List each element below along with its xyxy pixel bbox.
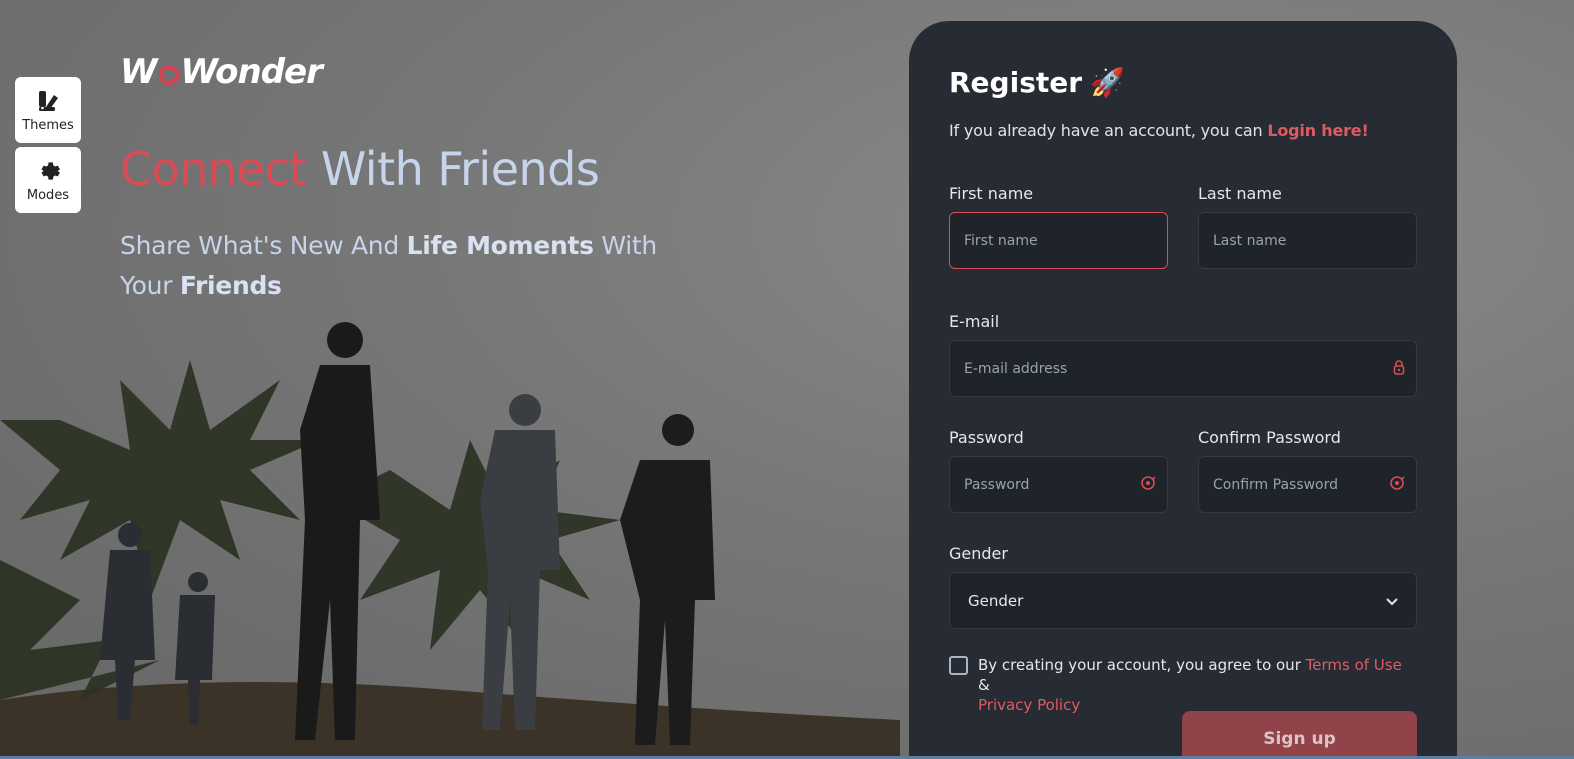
hero-title-rest: With Friends	[320, 142, 600, 196]
modes-label: Modes	[26, 187, 70, 203]
hero-subtitle: Share What's New And Life Moments With Y…	[120, 226, 680, 306]
hero-title: Connect With Friends	[120, 142, 600, 196]
first-name-label: First name	[949, 184, 1034, 203]
terms-amp: &	[978, 676, 990, 694]
hero-sub-bold: Life Moments	[406, 231, 594, 260]
wowonder-logo[interactable]: W Wonder	[120, 52, 323, 92]
password-field: Password	[949, 428, 1168, 513]
rocket-icon: 🚀	[1090, 66, 1125, 99]
palette-icon	[36, 88, 60, 114]
terms-of-use-link[interactable]: Terms of Use	[1306, 656, 1402, 674]
privacy-policy-link[interactable]: Privacy Policy	[978, 696, 1080, 714]
terms-agreement: By creating your account, you agree to o…	[949, 655, 1417, 715]
logo-letter: W	[120, 52, 158, 92]
password-label: Password	[949, 428, 1024, 447]
hero-title-accent: Connect	[120, 142, 307, 196]
logo-ring-icon	[158, 65, 179, 85]
gear-icon	[35, 158, 61, 184]
confirm-password-field: Confirm Password	[1198, 428, 1417, 513]
modes-button[interactable]: Modes	[15, 147, 81, 213]
gender-label: Gender	[949, 544, 1008, 563]
password-input[interactable]	[949, 456, 1168, 513]
terms-prefix: By creating your account, you agree to o…	[978, 656, 1306, 674]
register-card: Register 🚀 If you already have an accoun…	[909, 21, 1457, 759]
gender-select[interactable]: Gender	[949, 572, 1417, 629]
lock-icon	[1393, 359, 1405, 379]
last-name-field: Last name	[1198, 184, 1417, 269]
login-prompt: If you already have an account, you can …	[949, 121, 1417, 140]
terms-text: By creating your account, you agree to o…	[978, 655, 1417, 715]
chevron-down-icon	[1386, 592, 1398, 610]
hero-sub-text: Share What's New And	[120, 231, 407, 260]
signup-button[interactable]: Sign up	[1182, 711, 1417, 759]
logo-word: Wonder	[180, 52, 323, 92]
hero-sub-bold: Friends	[179, 271, 282, 300]
people-silhouette-illustration	[0, 322, 900, 759]
gender-field: Gender Gender	[949, 544, 1417, 629]
name-row: First name Last name	[949, 184, 1417, 269]
login-link[interactable]: Login here!	[1267, 121, 1368, 140]
confirm-password-label: Confirm Password	[1198, 428, 1341, 447]
last-name-input[interactable]	[1198, 212, 1417, 269]
password-input-wrap	[949, 456, 1168, 513]
email-input[interactable]	[949, 340, 1417, 397]
confirm-password-input[interactable]	[1198, 456, 1417, 513]
first-name-field: First name	[949, 184, 1168, 269]
last-name-label: Last name	[1198, 184, 1282, 203]
password-row: Password Confirm Password	[949, 428, 1417, 513]
email-input-wrap	[949, 340, 1417, 397]
first-name-input[interactable]	[949, 212, 1168, 269]
confirm-password-input-wrap	[1198, 456, 1417, 513]
key-icon[interactable]	[1389, 475, 1405, 495]
themes-button[interactable]: Themes	[15, 77, 81, 143]
gender-selected-value: Gender	[968, 591, 1024, 610]
register-title: Register 🚀	[949, 66, 1417, 99]
email-field: E-mail	[949, 312, 1417, 397]
register-title-text: Register	[949, 66, 1083, 99]
themes-label: Themes	[22, 117, 74, 133]
terms-checkbox[interactable]	[949, 656, 968, 675]
email-label: E-mail	[949, 312, 1000, 331]
key-icon[interactable]	[1140, 475, 1156, 495]
login-prompt-text: If you already have an account, you can	[949, 121, 1268, 140]
